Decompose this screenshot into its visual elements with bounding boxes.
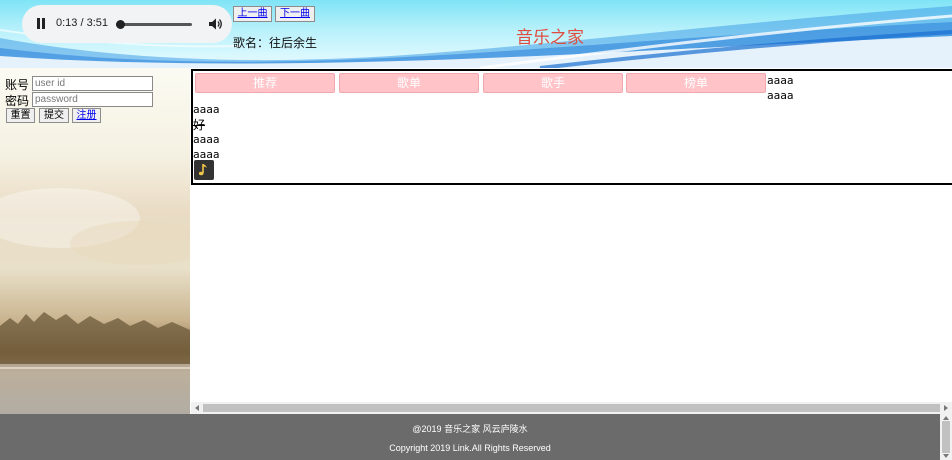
header-banner: 0:13 / 3:51 上一曲 下一曲 歌名：往后余生 音乐之家 bbox=[0, 0, 952, 68]
scrollbar-thumb[interactable] bbox=[942, 421, 950, 453]
account-label: 账号 bbox=[5, 78, 30, 92]
scroll-up-icon[interactable] bbox=[943, 416, 949, 420]
scroll-down-icon[interactable] bbox=[943, 454, 949, 458]
body-text: aaaa bbox=[193, 103, 220, 116]
reset-button[interactable]: 重置 bbox=[6, 108, 35, 123]
tab-playlists[interactable]: 歌单 bbox=[339, 73, 479, 93]
footer: @2019 音乐之家 风云庐陵水 Copyright 2019 Link.All… bbox=[0, 414, 952, 460]
submit-button[interactable]: 提交 bbox=[39, 108, 69, 123]
footer-copyright: Copyright 2019 Link.All Rights Reserved bbox=[389, 443, 551, 453]
music-note-button[interactable] bbox=[194, 160, 214, 180]
content-frame: 推荐 歌单 歌手 榜单 aaaa aaaa aaaa 好 aaaa aaaa bbox=[191, 69, 952, 185]
body-text: aaaa bbox=[193, 133, 220, 146]
account-row: 账号 bbox=[5, 76, 153, 93]
player-time: 0:13 / 3:51 bbox=[56, 17, 108, 29]
side-text: aaaa bbox=[767, 89, 794, 102]
side-text: aaaa bbox=[767, 74, 794, 87]
seek-handle[interactable] bbox=[116, 20, 126, 29]
seek-bar[interactable] bbox=[116, 20, 192, 29]
site-title: 音乐之家 bbox=[516, 28, 584, 48]
password-input[interactable] bbox=[32, 92, 153, 107]
volume-icon[interactable] bbox=[208, 17, 222, 31]
scroll-left-icon[interactable] bbox=[195, 405, 199, 411]
audio-player[interactable]: 0:13 / 3:51 bbox=[22, 5, 232, 43]
scroll-right-icon[interactable] bbox=[944, 405, 948, 411]
password-label: 密码 bbox=[5, 94, 30, 108]
tab-artists[interactable]: 歌手 bbox=[483, 73, 623, 93]
login-sidebar: 账号 密码 重置 提交 注册 bbox=[0, 68, 190, 414]
horizontal-scrollbar[interactable] bbox=[191, 402, 952, 414]
tab-recommend[interactable]: 推荐 bbox=[195, 73, 335, 93]
next-track-button[interactable]: 下一曲 bbox=[275, 6, 315, 22]
prev-track-button[interactable]: 上一曲 bbox=[233, 6, 272, 22]
struck-text: 好 bbox=[193, 118, 206, 132]
account-input[interactable] bbox=[32, 76, 153, 91]
footer-credits: @2019 音乐之家 风云庐陵水 bbox=[412, 424, 528, 434]
music-note-icon bbox=[198, 164, 207, 176]
password-row: 密码 bbox=[5, 92, 153, 109]
vertical-scrollbar[interactable] bbox=[940, 414, 952, 460]
register-button[interactable]: 注册 bbox=[72, 108, 101, 123]
pause-icon[interactable] bbox=[35, 18, 47, 30]
song-name: 歌名：往后余生 bbox=[233, 36, 318, 50]
scrollbar-thumb[interactable] bbox=[203, 404, 940, 412]
tab-charts[interactable]: 榜单 bbox=[626, 73, 766, 93]
